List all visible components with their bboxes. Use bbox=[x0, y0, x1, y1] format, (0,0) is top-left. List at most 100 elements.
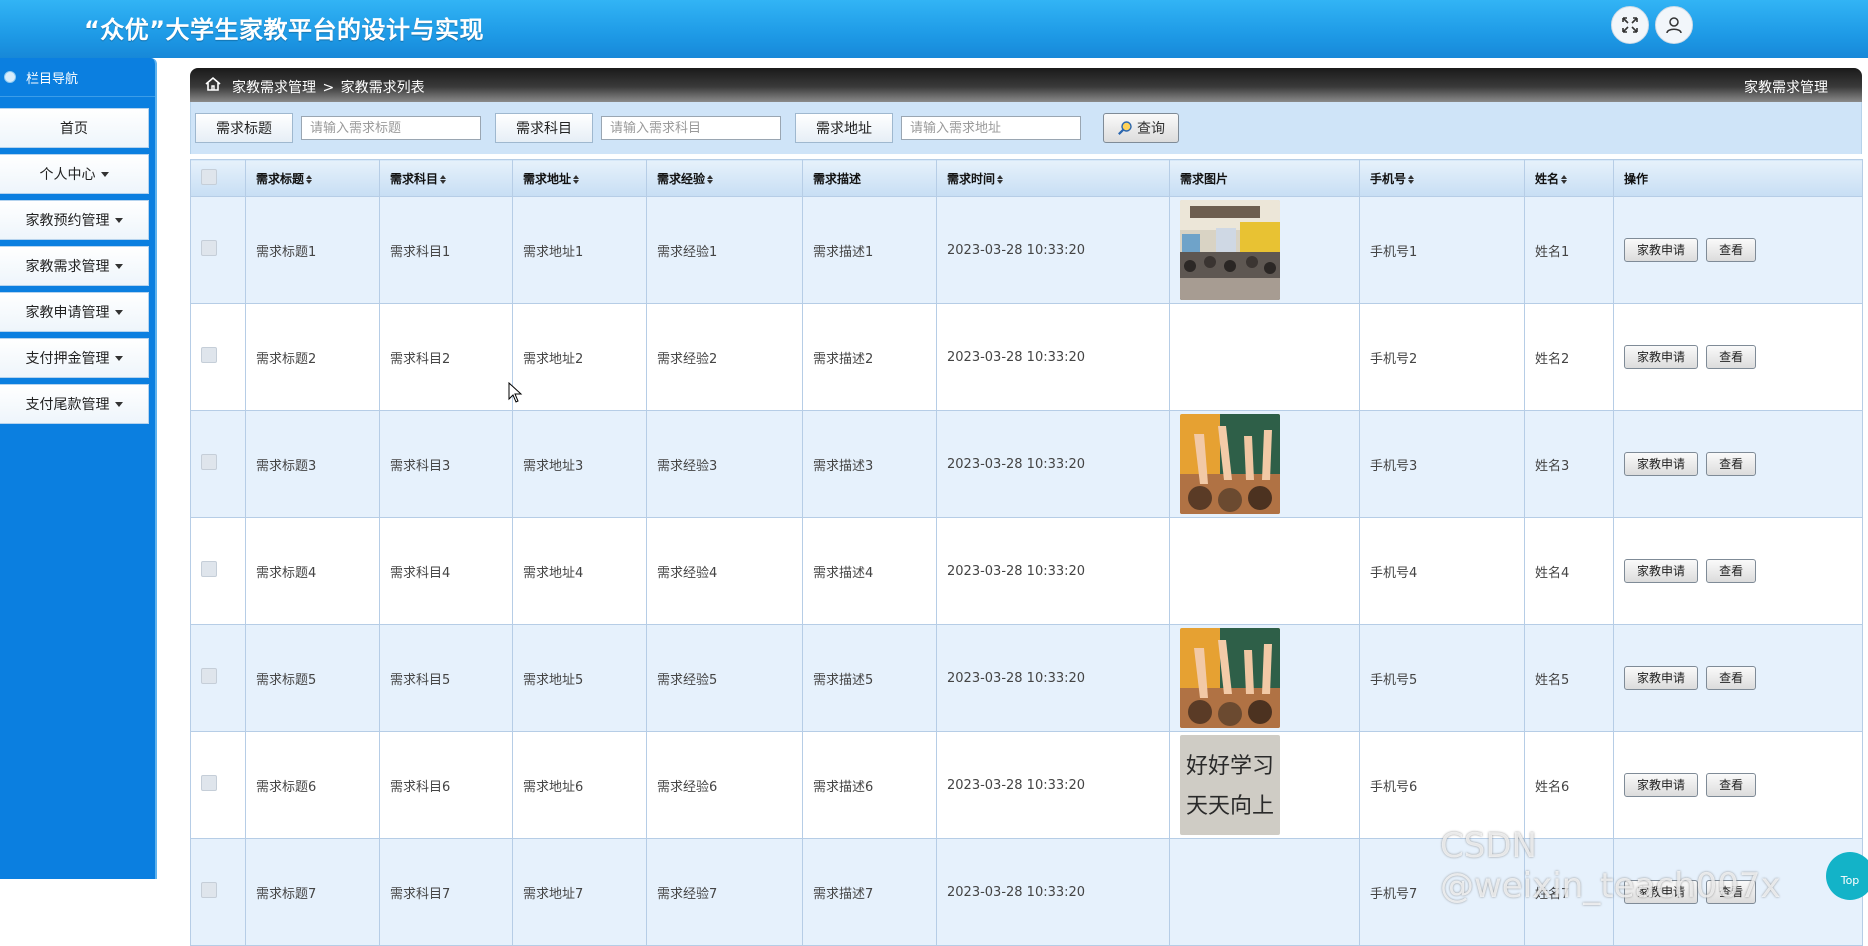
sidebar-item-label: 家教需求管理 bbox=[25, 259, 110, 275]
user-button[interactable] bbox=[1655, 6, 1693, 44]
apply-button[interactable]: 家教申请 bbox=[1624, 559, 1699, 583]
cell-time: 2023-03-28 10:33:20 bbox=[936, 624, 1170, 732]
column-header[interactable]: 需求地址 bbox=[512, 159, 647, 197]
row-select-cell bbox=[190, 838, 246, 946]
sidebar-item-label: 家教预约管理 bbox=[25, 213, 110, 229]
row-checkbox[interactable] bbox=[201, 240, 217, 256]
subject-search-group: 需求科目 bbox=[495, 113, 781, 143]
caret-down-icon bbox=[114, 309, 123, 315]
column-header-label: 操作 bbox=[1624, 171, 1649, 186]
table-header-row: 需求标题 需求科目 需求地址 需求经验 需求描述 需求时间 需求图片 手机号 姓… bbox=[190, 159, 1863, 197]
sidebar-item-appointments[interactable]: 家教预约管理 bbox=[0, 200, 149, 240]
table-row: 需求标题6 需求科目6 需求地址6 需求经验6 需求描述6 2023-03-28 10:3… bbox=[190, 731, 1863, 839]
select-all-checkbox[interactable] bbox=[201, 168, 217, 185]
sidebar-item-demands[interactable]: 家教需求管理 bbox=[0, 246, 149, 286]
cell-title: 需求标题6 bbox=[245, 731, 380, 839]
sidebar-item-label: 支付押金管理 bbox=[25, 351, 110, 367]
row-checkbox[interactable] bbox=[201, 775, 217, 791]
watermark: CSDN @weixin_teach007x bbox=[1440, 826, 1781, 906]
sort-icon[interactable] bbox=[707, 174, 714, 184]
cell-subject: 需求科目3 bbox=[379, 410, 513, 518]
column-header[interactable]: 手机号 bbox=[1359, 159, 1525, 197]
cell-desc: 需求描述3 bbox=[802, 410, 937, 518]
cell-phone: 手机号5 bbox=[1359, 624, 1525, 732]
view-button[interactable]: 查看 bbox=[1706, 345, 1757, 369]
cell-title: 需求标题1 bbox=[245, 196, 380, 304]
cell-image bbox=[1169, 517, 1360, 625]
cell-address: 需求地址5 bbox=[512, 624, 647, 732]
back-to-top-button[interactable]: Top bbox=[1826, 852, 1868, 900]
caret-down-icon bbox=[100, 171, 109, 177]
cell-phone: 手机号2 bbox=[1359, 303, 1525, 411]
query-button[interactable]: 查询 bbox=[1103, 113, 1179, 143]
cell-phone: 手机号1 bbox=[1359, 196, 1525, 304]
column-header: 需求描述 bbox=[802, 159, 937, 197]
row-checkbox[interactable] bbox=[201, 882, 217, 898]
view-button[interactable]: 查看 bbox=[1706, 238, 1757, 262]
cell-image bbox=[1169, 410, 1360, 518]
cell-address: 需求地址6 bbox=[512, 731, 647, 839]
subject-search-input[interactable] bbox=[601, 116, 781, 140]
cell-desc: 需求描述2 bbox=[802, 303, 937, 411]
cell-time: 2023-03-28 10:33:20 bbox=[936, 731, 1170, 839]
address-search-label: 需求地址 bbox=[795, 113, 893, 143]
sort-icon[interactable] bbox=[440, 174, 447, 184]
handwriting-image: 好好学习天天向上 bbox=[1180, 735, 1280, 835]
query-button-label: 查询 bbox=[1137, 121, 1165, 137]
mouse-cursor-icon bbox=[508, 382, 523, 403]
address-search-group: 需求地址 bbox=[795, 113, 1081, 143]
sort-icon[interactable] bbox=[306, 174, 313, 184]
column-header[interactable]: 姓名 bbox=[1524, 159, 1614, 197]
row-checkbox[interactable] bbox=[201, 561, 217, 577]
row-checkbox[interactable] bbox=[201, 668, 217, 684]
caret-down-icon bbox=[114, 401, 123, 407]
address-search-input[interactable] bbox=[901, 116, 1081, 140]
sidebar-head: 栏目导航 bbox=[0, 58, 155, 97]
cell-subject: 需求科目5 bbox=[379, 624, 513, 732]
view-button[interactable]: 查看 bbox=[1706, 452, 1757, 476]
cell-address: 需求地址1 bbox=[512, 196, 647, 304]
home-icon[interactable] bbox=[204, 76, 222, 92]
cell-image: 好好学习 天天向上 bbox=[1169, 731, 1360, 839]
cell-actions: 家教申请 查看 bbox=[1613, 731, 1863, 839]
sort-icon[interactable] bbox=[573, 174, 580, 184]
sidebar-item-home[interactable]: 首页 bbox=[0, 108, 149, 148]
sidebar-item-deposit[interactable]: 支付押金管理 bbox=[0, 338, 149, 378]
sort-icon[interactable] bbox=[997, 174, 1004, 184]
table-row: 需求标题4 需求科目4 需求地址4 需求经验4 需求描述4 2023-03-28 10:3… bbox=[190, 517, 1863, 625]
view-button[interactable]: 查看 bbox=[1706, 559, 1757, 583]
apply-button[interactable]: 家教申请 bbox=[1624, 666, 1699, 690]
row-select-cell bbox=[190, 303, 246, 411]
column-header[interactable]: 需求科目 bbox=[379, 159, 513, 197]
view-button[interactable]: 查看 bbox=[1706, 773, 1757, 797]
table-row: 需求标题2 需求科目2 需求地址2 需求经验2 需求描述2 2023-03-28 10:3… bbox=[190, 303, 1863, 411]
column-header-label: 需求描述 bbox=[813, 171, 862, 186]
view-button[interactable]: 查看 bbox=[1706, 666, 1757, 690]
column-header[interactable]: 需求经验 bbox=[646, 159, 803, 197]
breadcrumb-parent[interactable]: 家教需求管理 bbox=[232, 80, 316, 96]
sidebar-item-personal-center[interactable]: 个人中心 bbox=[0, 154, 149, 194]
row-checkbox[interactable] bbox=[201, 454, 217, 470]
breadcrumb: 家教需求管理 > 家教需求列表 家教需求管理 bbox=[190, 68, 1862, 102]
cell-actions: 家教申请 查看 bbox=[1613, 517, 1863, 625]
apply-button[interactable]: 家教申请 bbox=[1624, 238, 1699, 262]
fullscreen-icon bbox=[1622, 17, 1638, 33]
row-checkbox[interactable] bbox=[201, 347, 217, 363]
sidebar-item-applications[interactable]: 家教申请管理 bbox=[0, 292, 149, 332]
title-search-input[interactable] bbox=[301, 116, 481, 140]
sort-icon[interactable] bbox=[1408, 174, 1415, 184]
user-icon bbox=[1666, 17, 1682, 34]
cell-subject: 需求科目1 bbox=[379, 196, 513, 304]
column-header[interactable]: 需求时间 bbox=[936, 159, 1170, 197]
sidebar-item-final-payment[interactable]: 支付尾款管理 bbox=[0, 384, 149, 424]
cell-time: 2023-03-28 10:33:20 bbox=[936, 410, 1170, 518]
fullscreen-button[interactable] bbox=[1611, 6, 1649, 44]
apply-button[interactable]: 家教申请 bbox=[1624, 345, 1699, 369]
apply-button[interactable]: 家教申请 bbox=[1624, 773, 1699, 797]
cell-desc: 需求描述7 bbox=[802, 838, 937, 946]
apply-button[interactable]: 家教申请 bbox=[1624, 452, 1699, 476]
column-header[interactable]: 需求标题 bbox=[245, 159, 380, 197]
cell-time: 2023-03-28 10:33:20 bbox=[936, 303, 1170, 411]
cell-subject: 需求科目4 bbox=[379, 517, 513, 625]
sort-icon[interactable] bbox=[1561, 174, 1568, 184]
